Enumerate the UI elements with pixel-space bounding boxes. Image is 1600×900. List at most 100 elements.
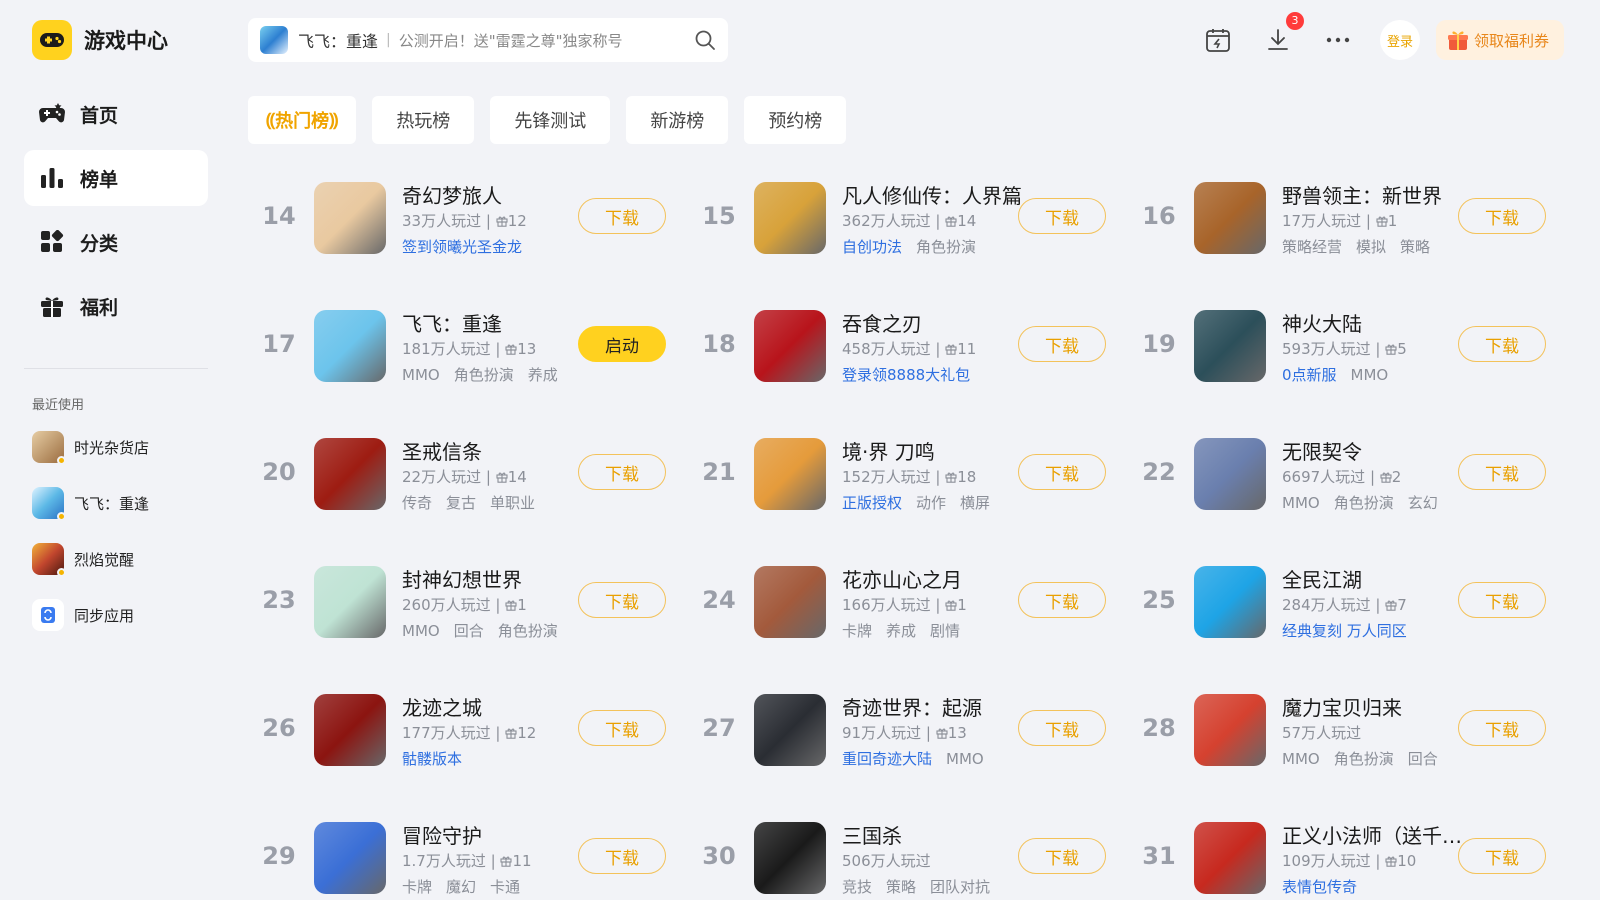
game-tags: 自创功法 角色扮演 [842,236,990,257]
sidebar-item-home[interactable]: 首页 [24,86,208,142]
download-button[interactable]: 下载 [578,198,666,234]
tab-pioneer-test[interactable]: 先锋测试 [490,96,611,144]
download-button[interactable]: 下载 [1018,198,1106,234]
game-name[interactable]: 奇幻梦旅人 [402,180,502,209]
game-card[interactable]: 18 吞食之刃 458万人玩过 | 11 登录领8888大礼包 下载 [688,298,1128,426]
game-name[interactable]: 凡人修仙传：人界篇 [842,180,1022,209]
download-button[interactable]: 下载 [1018,710,1106,746]
launch-button[interactable]: 启动 [578,326,666,362]
tab-reservation[interactable]: 预约榜 [744,96,847,144]
game-thumbnail[interactable] [314,438,386,510]
game-name[interactable]: 飞飞：重逢 [402,308,502,337]
recent-item[interactable]: 时光杂货店 [32,430,212,465]
sidebar-item-welfare[interactable]: 福利 [24,278,208,334]
game-card[interactable]: 28 魔力宝贝归来 57万人玩过 MMO 角色扮演 回合 下载 [1128,682,1568,810]
download-button[interactable]: 下载 [1458,454,1546,490]
game-card[interactable]: 23 封神幻想世界 260万人玩过 | 1 MMO 回合 角色扮演 下载 [248,554,688,682]
download-button[interactable]: 下载 [1458,198,1546,234]
game-name[interactable]: 魔力宝贝归来 [1282,692,1402,721]
game-card[interactable]: 29 冒险守护 1.7万人玩过 | 11 卡牌 魔幻 卡通 下载 [248,810,688,900]
download-button[interactable]: 下载 [1018,454,1106,490]
game-card[interactable]: 27 奇迹世界：起源 91万人玩过 | 13 重回奇迹大陆 MMO 下载 [688,682,1128,810]
download-button[interactable]: 下载 [1458,326,1546,362]
game-name[interactable]: 圣戒信条 [402,436,482,465]
more-icon[interactable] [1318,20,1358,60]
tab-hot[interactable]: ⸨ 热门榜 ⸩ [248,96,357,144]
game-name[interactable]: 野兽领主：新世界 [1282,180,1442,209]
game-meta: 506万人玩过 [842,850,931,871]
game-name[interactable]: 无限契令 [1282,436,1362,465]
recent-item[interactable]: 烈焰觉醒 [32,542,212,577]
game-card[interactable]: 19 神火大陆 593万人玩过 | 5 0点新服 MMO 下载 [1128,298,1568,426]
game-card[interactable]: 30 三国杀 506万人玩过 竞技 策略 团队对抗 下载 [688,810,1128,900]
download-button[interactable]: 下载 [1018,838,1106,874]
download-icon[interactable]: 3 [1258,12,1304,60]
game-thumbnail[interactable] [754,182,826,254]
game-thumbnail[interactable] [754,310,826,382]
player-count: 458万人玩过 [842,340,931,358]
game-name[interactable]: 封神幻想世界 [402,564,522,593]
game-name[interactable]: 冒险守护 [402,820,482,849]
game-name[interactable]: 境·界 刀鸣 [842,436,935,465]
game-card[interactable]: 26 龙迹之城 177万人玩过 | 12 骷髅版本 下载 [248,682,688,810]
game-name[interactable]: 吞食之刃 [842,308,922,337]
game-name[interactable]: 龙迹之城 [402,692,482,721]
recent-item[interactable]: 飞飞：重逢 [32,486,212,521]
game-thumbnail[interactable] [1194,438,1266,510]
game-thumbnail[interactable] [1194,822,1266,894]
download-button[interactable]: 下载 [578,454,666,490]
download-button[interactable]: 下载 [1458,582,1546,618]
game-card[interactable]: 24 花亦山心之月 166万人玩过 | 1 卡牌 养成 剧情 下载 [688,554,1128,682]
sidebar-item-categories[interactable]: 分类 [24,214,208,270]
game-name[interactable]: 花亦山心之月 [842,564,962,593]
game-card[interactable]: 14 奇幻梦旅人 33万人玩过 | 12 签到领曦光圣金龙 下载 [248,170,688,298]
game-name[interactable]: 正义小法师（送千抽） [1282,820,1472,849]
game-card[interactable]: 25 全民江湖 284万人玩过 | 7 经典复刻 万人同区 下载 [1128,554,1568,682]
game-card[interactable]: 22 无限契令 6697人玩过 | 2 MMO 角色扮演 玄幻 下载 [1128,426,1568,554]
game-thumbnail[interactable] [754,566,826,638]
download-button[interactable]: 下载 [1018,582,1106,618]
game-name[interactable]: 三国杀 [842,820,902,849]
game-thumbnail[interactable] [754,822,826,894]
download-button[interactable]: 下载 [578,710,666,746]
game-meta: 593万人玩过 | 5 [1282,340,1407,358]
game-thumbnail[interactable] [314,310,386,382]
sidebar-item-rankings[interactable]: 榜单 [24,150,208,206]
recent-item[interactable]: 同步应用 [32,598,212,632]
download-button[interactable]: 下载 [578,838,666,874]
login-button[interactable]: 登录 [1380,20,1420,60]
game-thumbnail[interactable] [754,438,826,510]
game-thumbnail[interactable] [1194,182,1266,254]
game-card[interactable]: 20 圣戒信条 22万人玩过 | 14 传奇 复古 单职业 下载 [248,426,688,554]
download-button[interactable]: 下载 [578,582,666,618]
gift-count: 1 [957,596,967,614]
game-thumbnail[interactable] [314,694,386,766]
game-thumbnail[interactable] [1194,694,1266,766]
tab-playing[interactable]: 热玩榜 [372,96,475,144]
search-icon[interactable] [694,29,716,51]
download-button[interactable]: 下载 [1458,838,1546,874]
sidebar-item-label: 首页 [80,104,119,127]
calendar-icon[interactable] [1198,20,1238,60]
game-card[interactable]: 15 凡人修仙传：人界篇 362万人玩过 | 14 自创功法 角色扮演 下载 [688,170,1128,298]
game-thumbnail[interactable] [754,694,826,766]
game-name[interactable]: 神火大陆 [1282,308,1362,337]
game-thumbnail[interactable] [314,566,386,638]
search-game-name: 飞飞：重逢 [298,32,379,51]
game-thumbnail[interactable] [314,822,386,894]
game-card[interactable]: 31 正义小法师（送千抽） 109万人玩过 | 10 表情包传奇 下载 [1128,810,1568,900]
tab-new-games[interactable]: 新游榜 [626,96,729,144]
game-card[interactable]: 17 飞飞：重逢 181万人玩过 | 13 MMO 角色扮演 养成 启动 [248,298,688,426]
game-name[interactable]: 奇迹世界：起源 [842,692,982,721]
game-name[interactable]: 全民江湖 [1282,564,1362,593]
game-card[interactable]: 21 境·界 刀鸣 152万人玩过 | 18 正版授权 动作 横屏 下载 [688,426,1128,554]
coupon-button[interactable]: 领取福利券 [1436,20,1564,60]
game-thumbnail[interactable] [1194,566,1266,638]
game-thumbnail[interactable] [1194,310,1266,382]
sidebar-nav: 首页 榜单 分类 福利 [24,86,208,342]
download-button[interactable]: 下载 [1458,710,1546,746]
game-thumbnail[interactable] [314,182,386,254]
search-bar[interactable]: 飞飞：重逢 | 公测开启！送"雷霆之尊"独家称号 [248,18,728,62]
download-button[interactable]: 下载 [1018,326,1106,362]
game-card[interactable]: 16 野兽领主：新世界 17万人玩过 | 1 策略经营 模拟 策略 下载 [1128,170,1568,298]
